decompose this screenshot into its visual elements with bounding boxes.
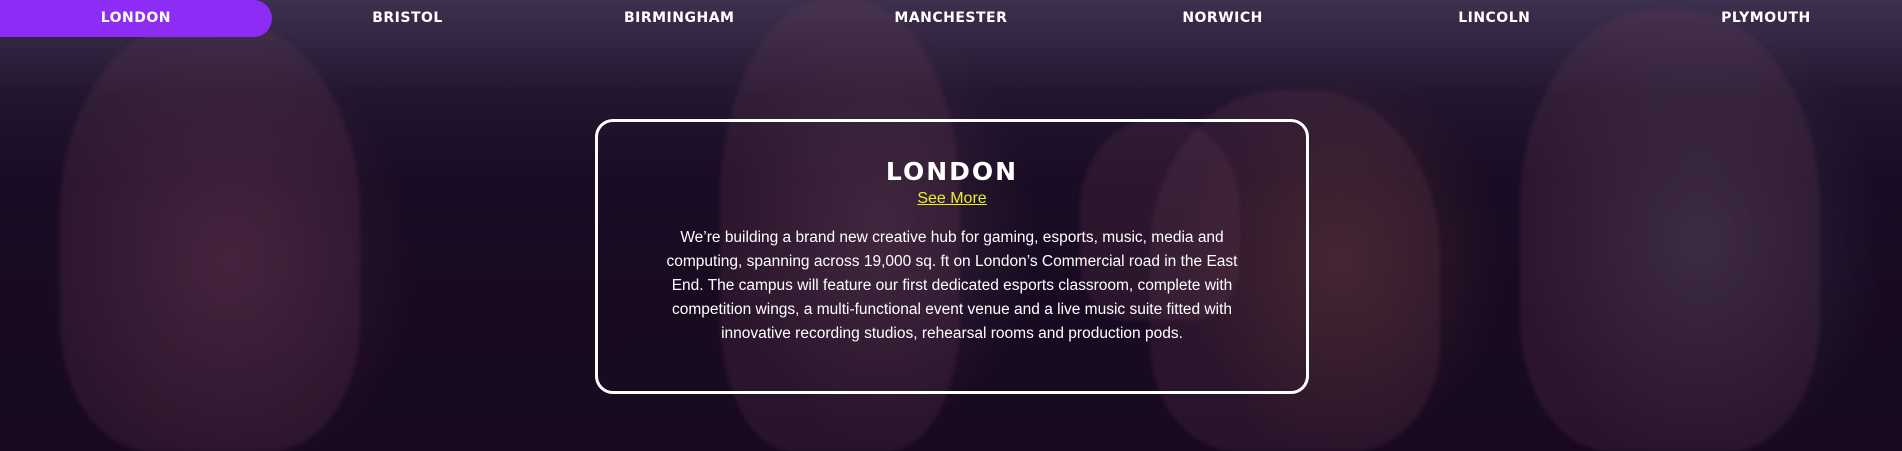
- tab-lincoln[interactable]: LINCOLN: [1358, 0, 1630, 37]
- hero-section: LONDON BRISTOL BIRMINGHAM MANCHESTER NOR…: [0, 0, 1902, 451]
- tab-norwich[interactable]: NORWICH: [1087, 0, 1359, 37]
- location-info-card: LONDON See More We’re building a brand n…: [595, 119, 1309, 394]
- tab-birmingham[interactable]: BIRMINGHAM: [543, 0, 815, 37]
- tab-bristol[interactable]: BRISTOL: [272, 0, 544, 37]
- tab-plymouth[interactable]: PLYMOUTH: [1630, 0, 1902, 37]
- location-tabs: LONDON BRISTOL BIRMINGHAM MANCHESTER NOR…: [0, 0, 1902, 37]
- card-description: We’re building a brand new creative hub …: [666, 229, 1238, 342]
- tab-london[interactable]: LONDON: [0, 0, 272, 37]
- tab-manchester[interactable]: MANCHESTER: [815, 0, 1087, 37]
- see-more-link[interactable]: See More: [917, 190, 986, 208]
- card-title: LONDON: [885, 157, 1019, 186]
